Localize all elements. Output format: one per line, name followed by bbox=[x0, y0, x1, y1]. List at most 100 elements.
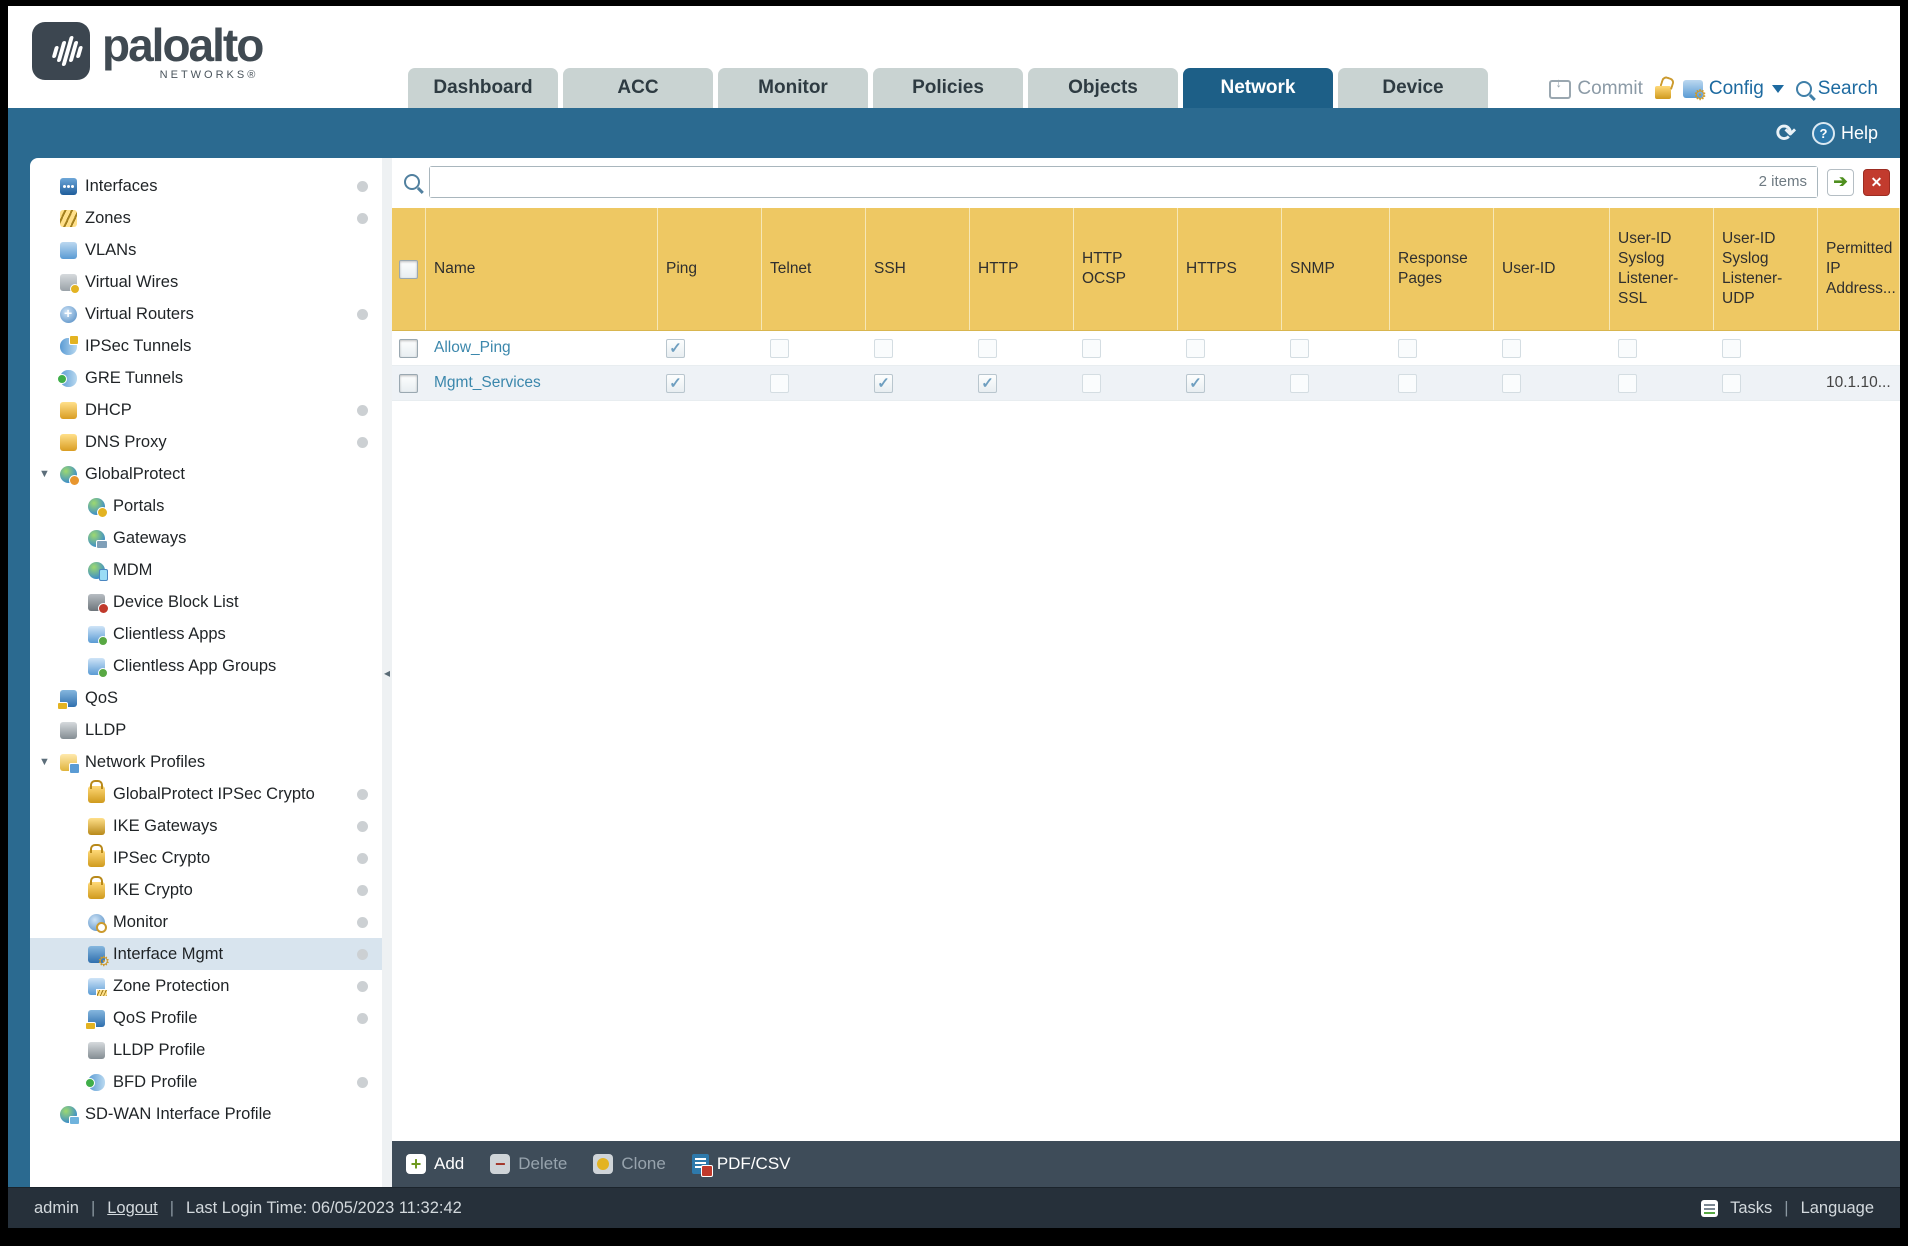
response-pages-checkbox[interactable] bbox=[1398, 338, 1417, 358]
snmp-checkbox[interactable] bbox=[1290, 373, 1309, 393]
sidebar-item-gre-tunnels[interactable]: GRE Tunnels bbox=[30, 362, 382, 394]
col-header-http[interactable]: HTTP bbox=[970, 208, 1074, 330]
uid-syslog-ssl-checkbox[interactable] bbox=[1618, 373, 1637, 393]
help-button[interactable]: Help bbox=[1811, 121, 1878, 145]
https-checkbox[interactable] bbox=[1186, 338, 1205, 358]
sidebar-item-dns-proxy[interactable]: DNS Proxy bbox=[30, 426, 382, 458]
tab-objects[interactable]: Objects bbox=[1028, 68, 1178, 108]
col-header-permitted-ip[interactable]: Permitted IP Address... bbox=[1818, 208, 1900, 330]
sidebar-item-ike-gateways[interactable]: IKE Gateways bbox=[30, 810, 382, 842]
apply-filter-button[interactable] bbox=[1827, 168, 1854, 196]
profile-name-link[interactable]: Allow_Ping bbox=[434, 339, 511, 357]
add-button[interactable]: Add bbox=[406, 1154, 464, 1174]
collapse-arrow-icon[interactable] bbox=[39, 756, 52, 768]
sidebar-item-globalprotect[interactable]: GlobalProtect bbox=[30, 458, 382, 490]
sidebar-item-vlans[interactable]: VLANs bbox=[30, 234, 382, 266]
ssh-checkbox[interactable] bbox=[874, 338, 893, 358]
workspace: Interfaces Zones VLANs Virtual Wires Vir… bbox=[8, 158, 1900, 1187]
http-ocsp-checkbox[interactable] bbox=[1082, 373, 1101, 393]
telnet-checkbox[interactable] bbox=[770, 338, 789, 358]
tasks-link[interactable]: Tasks bbox=[1730, 1199, 1772, 1218]
sidebar-item-portals[interactable]: Portals bbox=[30, 490, 382, 522]
snmp-checkbox[interactable] bbox=[1290, 338, 1309, 358]
tab-monitor[interactable]: Monitor bbox=[718, 68, 868, 108]
commit-button[interactable]: Commit bbox=[1549, 75, 1643, 100]
tab-dashboard[interactable]: Dashboard bbox=[408, 68, 558, 108]
tab-policies[interactable]: Policies bbox=[873, 68, 1023, 108]
profile-name-link[interactable]: Mgmt_Services bbox=[434, 374, 541, 392]
collapse-arrow-icon[interactable] bbox=[39, 468, 52, 480]
sidebar-item-lldp-profile[interactable]: LLDP Profile bbox=[30, 1034, 382, 1066]
sidebar-item-dhcp[interactable]: DHCP bbox=[30, 394, 382, 426]
col-header-name[interactable]: Name bbox=[426, 208, 658, 330]
sidebar-item-interfaces[interactable]: Interfaces bbox=[30, 170, 382, 202]
col-header-https[interactable]: HTTPS bbox=[1178, 208, 1282, 330]
sidebar-item-interface-mgmt[interactable]: Interface Mgmt bbox=[30, 938, 382, 970]
sidebar-item-zones[interactable]: Zones bbox=[30, 202, 382, 234]
telnet-checkbox[interactable] bbox=[770, 373, 789, 393]
sidebar-item-virtual-wires[interactable]: Virtual Wires bbox=[30, 266, 382, 298]
response-pages-checkbox[interactable] bbox=[1398, 373, 1417, 393]
delete-button[interactable]: Delete bbox=[490, 1154, 567, 1174]
clone-button[interactable]: Clone bbox=[593, 1154, 666, 1174]
col-header-ssh[interactable]: SSH bbox=[866, 208, 970, 330]
ping-checkbox[interactable] bbox=[666, 338, 685, 358]
filter-input[interactable] bbox=[430, 167, 1817, 197]
row-select-checkbox[interactable] bbox=[399, 373, 418, 393]
uid-syslog-ssl-checkbox[interactable] bbox=[1618, 338, 1637, 358]
row-select-checkbox[interactable] bbox=[399, 338, 418, 358]
uid-syslog-udp-checkbox[interactable] bbox=[1722, 338, 1741, 358]
config-menu-button[interactable]: Config bbox=[1682, 78, 1784, 104]
sidebar-item-device-block-list[interactable]: Device Block List bbox=[30, 586, 382, 618]
sidebar-item-ike-crypto[interactable]: IKE Crypto bbox=[30, 874, 382, 906]
sidebar-item-mdm[interactable]: MDM bbox=[30, 554, 382, 586]
sidebar-item-ipsec-tunnels[interactable]: IPSec Tunnels bbox=[30, 330, 382, 362]
sidebar-item-clientless-apps[interactable]: Clientless Apps bbox=[30, 618, 382, 650]
http-ocsp-checkbox[interactable] bbox=[1082, 338, 1101, 358]
sidebar-item-network-profiles[interactable]: Network Profiles bbox=[30, 746, 382, 778]
ping-checkbox[interactable] bbox=[666, 373, 685, 393]
sidebar-item-ipsec-crypto[interactable]: IPSec Crypto bbox=[30, 842, 382, 874]
sidebar-item-clientless-app-groups[interactable]: Clientless App Groups bbox=[30, 650, 382, 682]
sidebar-item-monitor[interactable]: Monitor bbox=[30, 906, 382, 938]
sidebar-item-bfd-profile[interactable]: BFD Profile bbox=[30, 1066, 382, 1098]
col-header-telnet[interactable]: Telnet bbox=[762, 208, 866, 330]
sidebar-item-gateways[interactable]: Gateways bbox=[30, 522, 382, 554]
https-checkbox[interactable] bbox=[1186, 373, 1205, 393]
http-checkbox[interactable] bbox=[978, 373, 997, 393]
col-header-http-ocsp[interactable]: HTTP OCSP bbox=[1074, 208, 1178, 330]
http-checkbox[interactable] bbox=[978, 338, 997, 358]
ssh-checkbox[interactable] bbox=[874, 373, 893, 393]
tab-acc[interactable]: ACC bbox=[563, 68, 713, 108]
tab-device[interactable]: Device bbox=[1338, 68, 1488, 108]
user-id-checkbox[interactable] bbox=[1502, 373, 1521, 393]
sidebar-item-virtual-routers[interactable]: Virtual Routers bbox=[30, 298, 382, 330]
logout-link[interactable]: Logout bbox=[107, 1199, 157, 1218]
table-action-bar: Add Delete Clone PDF/CSV bbox=[392, 1141, 1900, 1187]
user-id-checkbox[interactable] bbox=[1502, 338, 1521, 358]
language-link[interactable]: Language bbox=[1801, 1199, 1874, 1218]
status-right: Tasks Language bbox=[1701, 1199, 1874, 1218]
refresh-icon[interactable]: ⟳ bbox=[1776, 119, 1796, 148]
sidebar-item-qos[interactable]: QoS bbox=[30, 682, 382, 714]
sidebar-item-zone-protection[interactable]: Zone Protection bbox=[30, 970, 382, 1002]
col-header-response-pages[interactable]: Response Pages bbox=[1390, 208, 1494, 330]
col-header-snmp[interactable]: SNMP bbox=[1282, 208, 1390, 330]
uid-syslog-udp-checkbox[interactable] bbox=[1722, 373, 1741, 393]
interfaces-icon bbox=[60, 177, 77, 195]
sidebar-item-globalprotect-ipsec-crypto[interactable]: GlobalProtect IPSec Crypto bbox=[30, 778, 382, 810]
sidebar-item-qos-profile[interactable]: QoS Profile bbox=[30, 1002, 382, 1034]
clear-filter-button[interactable] bbox=[1863, 168, 1890, 196]
sidebar-item-sd-wan-interface-profile[interactable]: SD-WAN Interface Profile bbox=[30, 1098, 382, 1130]
sidebar-item-lldp[interactable]: LLDP bbox=[30, 714, 382, 746]
col-header-user-id[interactable]: User-ID bbox=[1494, 208, 1610, 330]
global-search-button[interactable]: Search bbox=[1795, 78, 1878, 100]
sidebar-collapse-handle[interactable] bbox=[382, 158, 392, 1187]
tab-network[interactable]: Network bbox=[1183, 68, 1333, 108]
col-header-ping[interactable]: Ping bbox=[658, 208, 762, 330]
unlock-icon[interactable] bbox=[1654, 86, 1671, 99]
select-all-checkbox[interactable] bbox=[399, 259, 418, 279]
col-header-uid-syslog-udp[interactable]: User-ID Syslog Listener-UDP bbox=[1714, 208, 1818, 330]
pdf-csv-button[interactable]: PDF/CSV bbox=[691, 1154, 791, 1177]
col-header-uid-syslog-ssl[interactable]: User-ID Syslog Listener-SSL bbox=[1610, 208, 1714, 330]
